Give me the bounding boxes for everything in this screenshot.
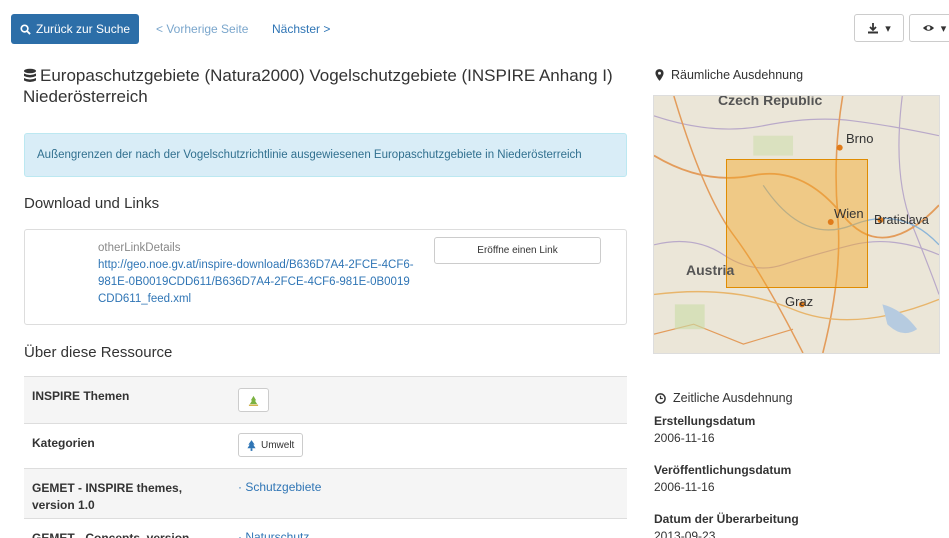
abstract-box: Außengrenzen der nach der Vogelschutzric… — [24, 133, 627, 177]
page-title-text: Europaschutzgebiete (Natura2000) Vogelsc… — [23, 66, 613, 106]
date-label: Erstellungsdatum — [654, 414, 756, 428]
spatial-extent-heading: Räumliche Ausdehnung — [655, 68, 803, 82]
extent-map[interactable]: Czech Republic Brno Wien Bratislava Aust… — [653, 95, 940, 354]
next-page-link[interactable]: Nächster > — [272, 22, 330, 36]
temporal-extent-label: Zeitliche Ausdehnung — [673, 391, 793, 405]
about-resource-heading: Über diese Ressource — [24, 344, 173, 361]
row-key: Kategorien — [32, 436, 95, 450]
open-link-button[interactable]: Eröffne einen Link — [434, 237, 601, 264]
table-row: GEMET - INSPIRE themes, version 1.0 · Sc… — [24, 468, 627, 518]
download-dropdown-button[interactable]: ▾ — [854, 14, 904, 42]
spatial-extent-label: Räumliche Ausdehnung — [671, 68, 804, 82]
page-title: Europaschutzgebiete (Natura2000) Vogelsc… — [23, 65, 633, 107]
previous-page-link[interactable]: < Vorherige Seite — [156, 22, 248, 36]
row-key: GEMET - Concepts, version — [32, 531, 190, 538]
search-icon — [20, 23, 31, 35]
map-label-city1: Brno — [846, 131, 874, 146]
row-key: INSPIRE Themen — [32, 389, 130, 403]
date-item: Erstellungsdatum 2006-11-16 — [654, 414, 944, 445]
map-label-city2: Wien — [834, 206, 864, 221]
map-label-city3: Bratislava — [874, 213, 929, 227]
caret-down-icon: ▾ — [885, 22, 891, 35]
category-label: Umwelt — [261, 439, 295, 451]
tree-icon — [247, 439, 256, 451]
row-key: GEMET - INSPIRE themes, version 1.0 — [32, 481, 183, 512]
database-icon — [24, 68, 36, 82]
map-label-country1: Czech Republic — [718, 95, 823, 108]
back-to-search-label: Zurück zur Suche — [36, 22, 131, 36]
map-marker-icon — [655, 69, 664, 81]
date-label: Datum der Überarbeitung — [654, 512, 799, 526]
date-value: 2006-11-16 — [654, 431, 715, 445]
date-list: Erstellungsdatum 2006-11-16 Veröffentlic… — [654, 414, 944, 538]
date-item: Veröffentlichungsdatum 2006-11-16 — [654, 463, 944, 494]
temporal-extent-heading: Zeitliche Ausdehnung — [655, 391, 793, 405]
table-row: INSPIRE Themen — [24, 376, 627, 423]
date-label: Veröffentlichungsdatum — [654, 463, 792, 477]
gemet-concept-link[interactable]: · Naturschutz — [238, 530, 309, 538]
eye-icon — [922, 25, 934, 31]
download-icon — [868, 23, 879, 34]
map-label-city4: Graz — [785, 294, 814, 309]
caret-down-icon: ▾ — [940, 22, 947, 35]
map-label-country2: Austria — [686, 262, 735, 278]
date-value: 2013-09-23 — [654, 529, 716, 538]
gemet-inspire-theme-link[interactable]: · Schutzgebiete — [238, 480, 321, 494]
link-name: otherLinkDetails — [98, 242, 181, 254]
resource-table: INSPIRE Themen Kategorien Umwelt GEMET -… — [24, 376, 627, 538]
link-url[interactable]: http://geo.noe.gv.at/inspire-download/B6… — [98, 257, 418, 308]
toolbar: Zurück zur Suche < Vorherige Seite Nächs… — [0, 0, 949, 52]
download-links-heading: Download und Links — [24, 195, 160, 212]
category-umwelt-button[interactable]: Umwelt — [238, 433, 304, 457]
abstract-text: Außengrenzen der nach der Vogelschutzric… — [37, 149, 582, 161]
inspire-theme-button[interactable] — [238, 388, 269, 412]
clock-icon — [655, 392, 666, 404]
back-to-search-button[interactable]: Zurück zur Suche — [11, 14, 140, 44]
table-row: Kategorien Umwelt — [24, 423, 627, 468]
link-card: otherLinkDetails http://geo.noe.gv.at/in… — [24, 229, 627, 325]
date-value: 2006-11-16 — [654, 480, 715, 494]
table-row: GEMET - Concepts, version · Naturschutz — [24, 518, 627, 538]
protected-site-icon — [248, 395, 259, 406]
view-dropdown-button[interactable]: ▾ — [909, 14, 949, 42]
date-item: Datum der Überarbeitung 2013-09-23 — [654, 512, 944, 538]
